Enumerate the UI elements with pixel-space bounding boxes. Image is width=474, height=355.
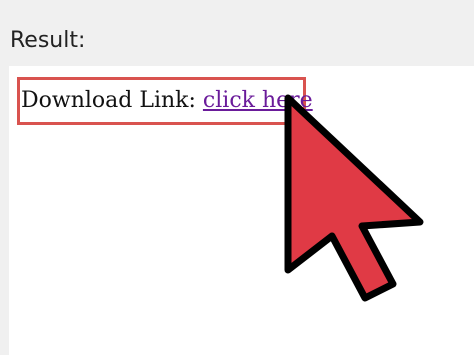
download-link-line: Download Link: click here: [21, 88, 313, 114]
click-here-link[interactable]: click here: [203, 88, 313, 113]
result-heading: Result:: [10, 28, 86, 53]
download-link-label: Download Link:: [21, 88, 203, 113]
